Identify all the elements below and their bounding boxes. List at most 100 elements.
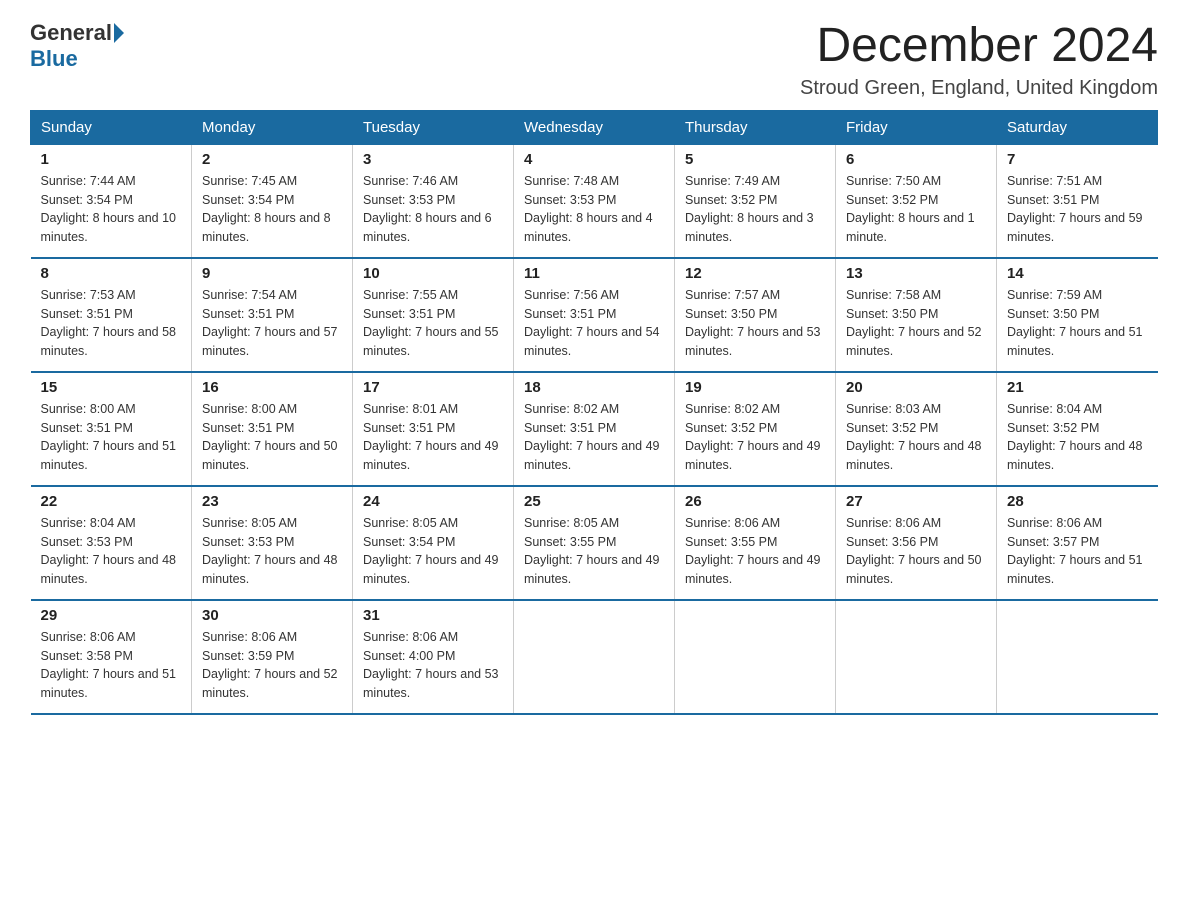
day-info: Sunrise: 8:06 AMSunset: 4:00 PMDaylight:… (363, 628, 503, 703)
day-info: Sunrise: 7:45 AMSunset: 3:54 PMDaylight:… (202, 172, 342, 247)
calendar-cell: 11 Sunrise: 7:56 AMSunset: 3:51 PMDayligh… (514, 258, 675, 372)
calendar-cell: 20 Sunrise: 8:03 AMSunset: 3:52 PMDayligh… (836, 372, 997, 486)
calendar-cell: 10 Sunrise: 7:55 AMSunset: 3:51 PMDayligh… (353, 258, 514, 372)
month-title: December 2024 (800, 20, 1158, 73)
day-number: 1 (41, 151, 182, 168)
calendar-header: Sunday Monday Tuesday Wednesday Thursday… (31, 110, 1158, 144)
location-text: Stroud Green, England, United Kingdom (800, 77, 1158, 100)
header-row: Sunday Monday Tuesday Wednesday Thursday… (31, 110, 1158, 144)
calendar-cell: 14Sunrise: 7:59 AMSunset: 3:50 PMDayligh… (997, 258, 1158, 372)
calendar-cell: 12 Sunrise: 7:57 AMSunset: 3:50 PMDayligh… (675, 258, 836, 372)
day-number: 12 (685, 265, 825, 282)
day-info: Sunrise: 8:06 AMSunset: 3:57 PMDaylight:… (1007, 514, 1148, 589)
header-thursday: Thursday (675, 110, 836, 144)
day-number: 2 (202, 151, 342, 168)
day-info: Sunrise: 8:06 AMSunset: 3:58 PMDaylight:… (41, 628, 182, 703)
calendar-cell: 2 Sunrise: 7:45 AMSunset: 3:54 PMDaylight… (192, 144, 353, 258)
calendar-cell: 16 Sunrise: 8:00 AMSunset: 3:51 PMDayligh… (192, 372, 353, 486)
calendar-cell: 21 Sunrise: 8:04 AMSunset: 3:52 PMDayligh… (997, 372, 1158, 486)
day-info: Sunrise: 7:54 AMSunset: 3:51 PMDaylight:… (202, 286, 342, 361)
day-info: Sunrise: 8:01 AMSunset: 3:51 PMDaylight:… (363, 400, 503, 475)
day-number: 21 (1007, 379, 1148, 396)
day-info: Sunrise: 8:06 AMSunset: 3:59 PMDaylight:… (202, 628, 342, 703)
day-number: 8 (41, 265, 182, 282)
logo-arrow-icon (114, 23, 124, 43)
day-info: Sunrise: 7:48 AMSunset: 3:53 PMDaylight:… (524, 172, 664, 247)
day-info: Sunrise: 8:00 AMSunset: 3:51 PMDaylight:… (202, 400, 342, 475)
calendar-cell: 15 Sunrise: 8:00 AMSunset: 3:51 PMDayligh… (31, 372, 192, 486)
day-info: Sunrise: 8:05 AMSunset: 3:55 PMDaylight:… (524, 514, 664, 589)
calendar-cell: 28 Sunrise: 8:06 AMSunset: 3:57 PMDayligh… (997, 486, 1158, 600)
day-number: 31 (363, 607, 503, 624)
calendar-week-5: 29 Sunrise: 8:06 AMSunset: 3:58 PMDayligh… (31, 600, 1158, 714)
calendar-cell: 31 Sunrise: 8:06 AMSunset: 4:00 PMDayligh… (353, 600, 514, 714)
calendar-cell: 29 Sunrise: 8:06 AMSunset: 3:58 PMDayligh… (31, 600, 192, 714)
calendar-cell: 3 Sunrise: 7:46 AMSunset: 3:53 PMDaylight… (353, 144, 514, 258)
calendar-week-4: 22Sunrise: 8:04 AMSunset: 3:53 PMDayligh… (31, 486, 1158, 600)
day-info: Sunrise: 8:03 AMSunset: 3:52 PMDaylight:… (846, 400, 986, 475)
day-number: 30 (202, 607, 342, 624)
calendar-week-2: 8Sunrise: 7:53 AMSunset: 3:51 PMDaylight… (31, 258, 1158, 372)
day-number: 19 (685, 379, 825, 396)
day-info: Sunrise: 8:06 AMSunset: 3:56 PMDaylight:… (846, 514, 986, 589)
day-info: Sunrise: 8:04 AMSunset: 3:53 PMDaylight:… (41, 514, 182, 589)
calendar-cell: 19 Sunrise: 8:02 AMSunset: 3:52 PMDayligh… (675, 372, 836, 486)
calendar-cell: 22Sunrise: 8:04 AMSunset: 3:53 PMDayligh… (31, 486, 192, 600)
day-info: Sunrise: 7:46 AMSunset: 3:53 PMDaylight:… (363, 172, 503, 247)
day-number: 15 (41, 379, 182, 396)
day-info: Sunrise: 7:55 AMSunset: 3:51 PMDaylight:… (363, 286, 503, 361)
day-info: Sunrise: 8:05 AMSunset: 3:53 PMDaylight:… (202, 514, 342, 589)
calendar-cell: 5Sunrise: 7:49 AMSunset: 3:52 PMDaylight… (675, 144, 836, 258)
day-number: 6 (846, 151, 986, 168)
logo-general-text: General (30, 20, 112, 46)
day-number: 17 (363, 379, 503, 396)
day-info: Sunrise: 7:51 AMSunset: 3:51 PMDaylight:… (1007, 172, 1148, 247)
day-number: 29 (41, 607, 182, 624)
day-info: Sunrise: 8:00 AMSunset: 3:51 PMDaylight:… (41, 400, 182, 475)
day-number: 4 (524, 151, 664, 168)
header-wednesday: Wednesday (514, 110, 675, 144)
day-info: Sunrise: 7:56 AMSunset: 3:51 PMDaylight:… (524, 286, 664, 361)
calendar-cell: 27 Sunrise: 8:06 AMSunset: 3:56 PMDayligh… (836, 486, 997, 600)
logo-blue-text: Blue (30, 46, 78, 72)
calendar-cell: 24 Sunrise: 8:05 AMSunset: 3:54 PMDayligh… (353, 486, 514, 600)
day-number: 7 (1007, 151, 1148, 168)
day-number: 24 (363, 493, 503, 510)
day-info: Sunrise: 7:44 AMSunset: 3:54 PMDaylight:… (41, 172, 182, 247)
day-number: 20 (846, 379, 986, 396)
day-info: Sunrise: 7:57 AMSunset: 3:50 PMDaylight:… (685, 286, 825, 361)
day-number: 10 (363, 265, 503, 282)
calendar-week-1: 1 Sunrise: 7:44 AMSunset: 3:54 PMDaylight… (31, 144, 1158, 258)
day-info: Sunrise: 7:49 AMSunset: 3:52 PMDaylight:… (685, 172, 825, 247)
day-info: Sunrise: 8:04 AMSunset: 3:52 PMDaylight:… (1007, 400, 1148, 475)
day-info: Sunrise: 8:02 AMSunset: 3:51 PMDaylight:… (524, 400, 664, 475)
day-info: Sunrise: 8:05 AMSunset: 3:54 PMDaylight:… (363, 514, 503, 589)
calendar-cell: 25 Sunrise: 8:05 AMSunset: 3:55 PMDayligh… (514, 486, 675, 600)
day-number: 3 (363, 151, 503, 168)
title-section: December 2024 Stroud Green, England, Uni… (800, 20, 1158, 100)
calendar-table: Sunday Monday Tuesday Wednesday Thursday… (30, 110, 1158, 715)
day-number: 18 (524, 379, 664, 396)
day-number: 23 (202, 493, 342, 510)
calendar-cell: 6Sunrise: 7:50 AMSunset: 3:52 PMDaylight… (836, 144, 997, 258)
calendar-body: 1 Sunrise: 7:44 AMSunset: 3:54 PMDaylight… (31, 144, 1158, 714)
header-sunday: Sunday (31, 110, 192, 144)
day-number: 16 (202, 379, 342, 396)
day-number: 27 (846, 493, 986, 510)
calendar-cell (514, 600, 675, 714)
day-info: Sunrise: 8:02 AMSunset: 3:52 PMDaylight:… (685, 400, 825, 475)
day-number: 26 (685, 493, 825, 510)
day-number: 14 (1007, 265, 1148, 282)
calendar-cell: 30 Sunrise: 8:06 AMSunset: 3:59 PMDayligh… (192, 600, 353, 714)
header-tuesday: Tuesday (353, 110, 514, 144)
calendar-cell (836, 600, 997, 714)
page-header: General Blue December 2024 Stroud Green,… (30, 20, 1158, 100)
day-number: 11 (524, 265, 664, 282)
calendar-cell: 4 Sunrise: 7:48 AMSunset: 3:53 PMDaylight… (514, 144, 675, 258)
day-number: 28 (1007, 493, 1148, 510)
day-info: Sunrise: 7:58 AMSunset: 3:50 PMDaylight:… (846, 286, 986, 361)
logo: General Blue (30, 20, 124, 72)
day-number: 25 (524, 493, 664, 510)
day-number: 13 (846, 265, 986, 282)
header-friday: Friday (836, 110, 997, 144)
